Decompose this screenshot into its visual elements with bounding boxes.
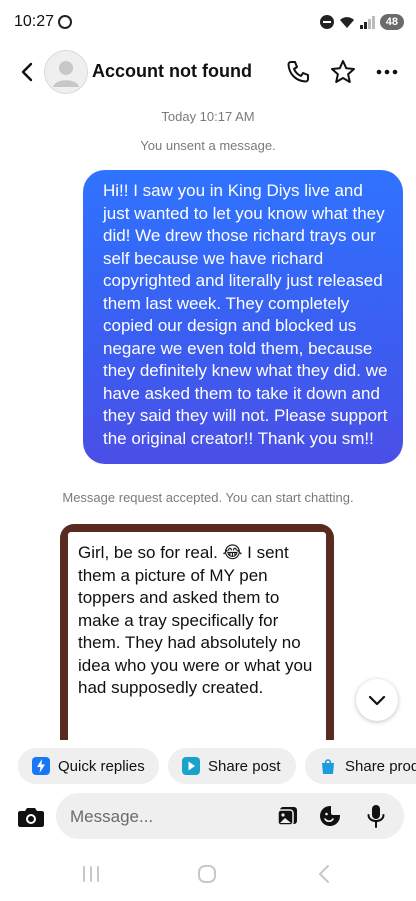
- share-post-chip[interactable]: Share post: [168, 748, 296, 784]
- share-product-chip[interactable]: Share product: [305, 748, 416, 784]
- whatsapp-icon: [58, 15, 72, 29]
- message-timestamp: Today 10:17 AM: [161, 109, 255, 124]
- status-time: 10:27: [14, 13, 55, 30]
- system-navigation-bar: [0, 852, 416, 901]
- share-product-label: Share product: [345, 757, 416, 775]
- scroll-to-bottom-button[interactable]: [356, 679, 398, 721]
- more-options-icon[interactable]: [373, 58, 401, 86]
- sticker-icon[interactable]: [318, 804, 342, 828]
- back-arrow-icon[interactable]: [16, 60, 40, 84]
- status-icons: 48: [319, 14, 404, 30]
- quick-replies-chip[interactable]: Quick replies: [18, 748, 159, 784]
- share-post-label: Share post: [208, 757, 281, 775]
- camera-icon[interactable]: [14, 800, 48, 834]
- quick-action-chips: Quick replies Share post Share product: [0, 748, 416, 786]
- default-profile-icon: [53, 61, 79, 87]
- recent-apps-icon[interactable]: [80, 864, 102, 884]
- shopping-bag-icon: [322, 759, 334, 774]
- play-icon: [182, 757, 200, 775]
- outgoing-message-bubble[interactable]: Hi!! I saw you in King Diys live and jus…: [83, 170, 403, 464]
- message-input[interactable]: Message...: [70, 807, 153, 827]
- lightning-icon: [32, 757, 50, 775]
- back-nav-icon[interactable]: [314, 862, 334, 886]
- star-icon[interactable]: [329, 58, 357, 86]
- do-not-disturb-icon: [319, 15, 334, 29]
- microphone-icon[interactable]: [364, 803, 388, 829]
- battery-icon: 48: [379, 14, 404, 30]
- conversation-title[interactable]: Account not found: [92, 61, 252, 82]
- home-icon[interactable]: [196, 863, 218, 885]
- message-composer[interactable]: Message...: [56, 793, 404, 839]
- avatar[interactable]: [44, 50, 88, 94]
- signal-icon: [359, 15, 375, 29]
- gallery-icon[interactable]: [276, 804, 300, 828]
- unsent-notice: You unsent a message.: [140, 138, 276, 153]
- wifi-icon: [339, 17, 354, 28]
- chevron-down-icon: [368, 695, 386, 706]
- quick-replies-label: Quick replies: [58, 757, 145, 775]
- chat-header: Account not found: [0, 48, 416, 96]
- image-message-text: Girl, be so for real. 😂 I sent them a pi…: [78, 543, 313, 697]
- phone-call-icon[interactable]: [285, 59, 311, 85]
- image-message[interactable]: Girl, be so for real. 😂 I sent them a pi…: [58, 522, 336, 740]
- message-request-notice: Message request accepted. You can start …: [62, 490, 354, 505]
- status-bar: 10:27 48: [0, 0, 416, 48]
